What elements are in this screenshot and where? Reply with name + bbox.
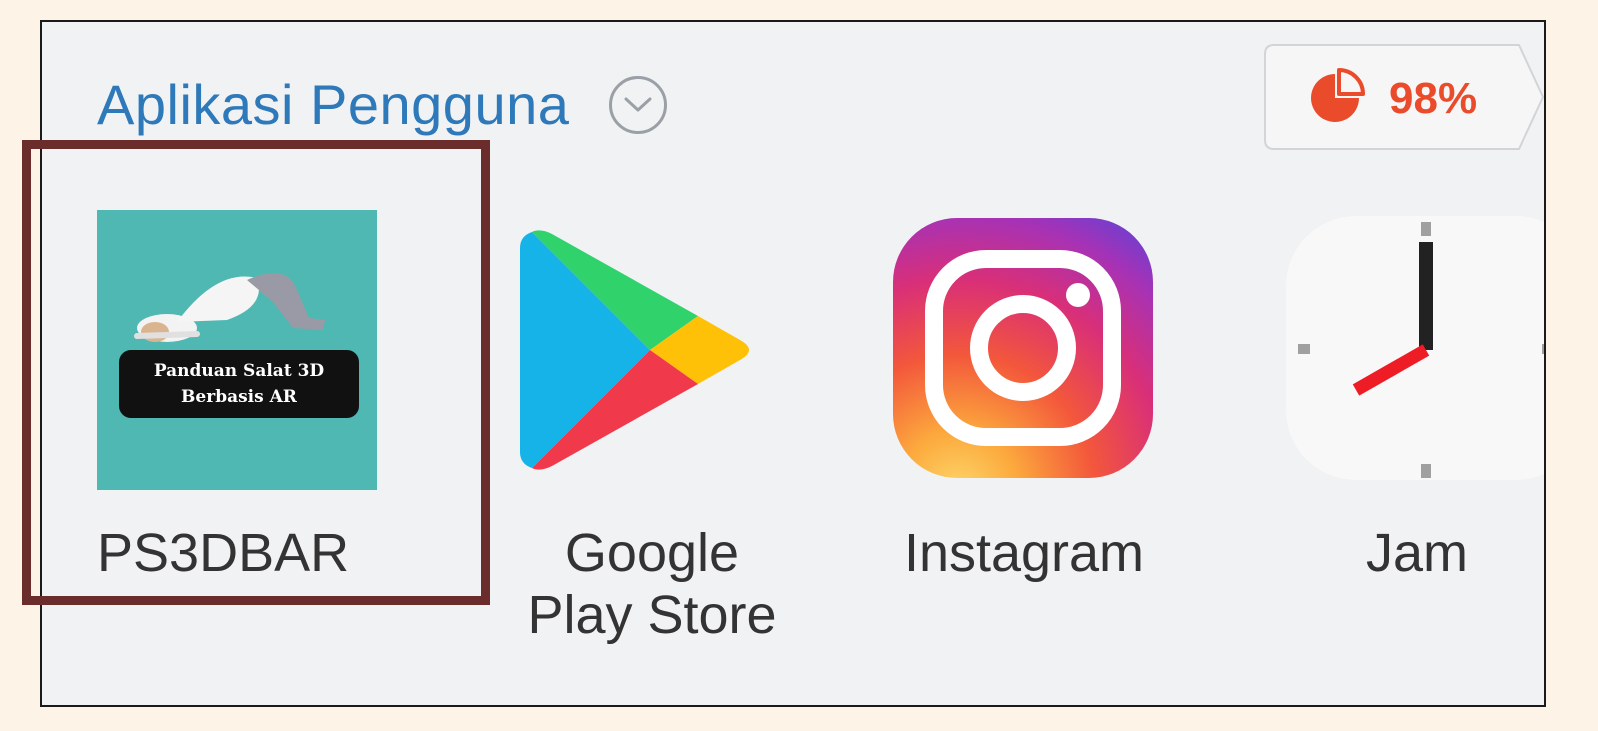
- section-header[interactable]: Aplikasi Pengguna: [97, 72, 668, 137]
- chevron-down-icon[interactable]: [609, 75, 668, 134]
- google-play-store-icon: [520, 230, 749, 470]
- highlight-box: [22, 140, 490, 605]
- app-label: Google Play Store: [527, 523, 777, 645]
- instagram-icon: [893, 218, 1153, 478]
- storage-badge[interactable]: 98%: [1264, 44, 1544, 150]
- app-label: Jam: [1365, 523, 1468, 583]
- pie-chart-icon: [1311, 68, 1365, 122]
- app-label: Instagram: [903, 523, 1145, 583]
- section-title: Aplikasi Pengguna: [97, 73, 570, 136]
- storage-percent: 98%: [1389, 74, 1478, 123]
- clock-icon: [1286, 216, 1544, 480]
